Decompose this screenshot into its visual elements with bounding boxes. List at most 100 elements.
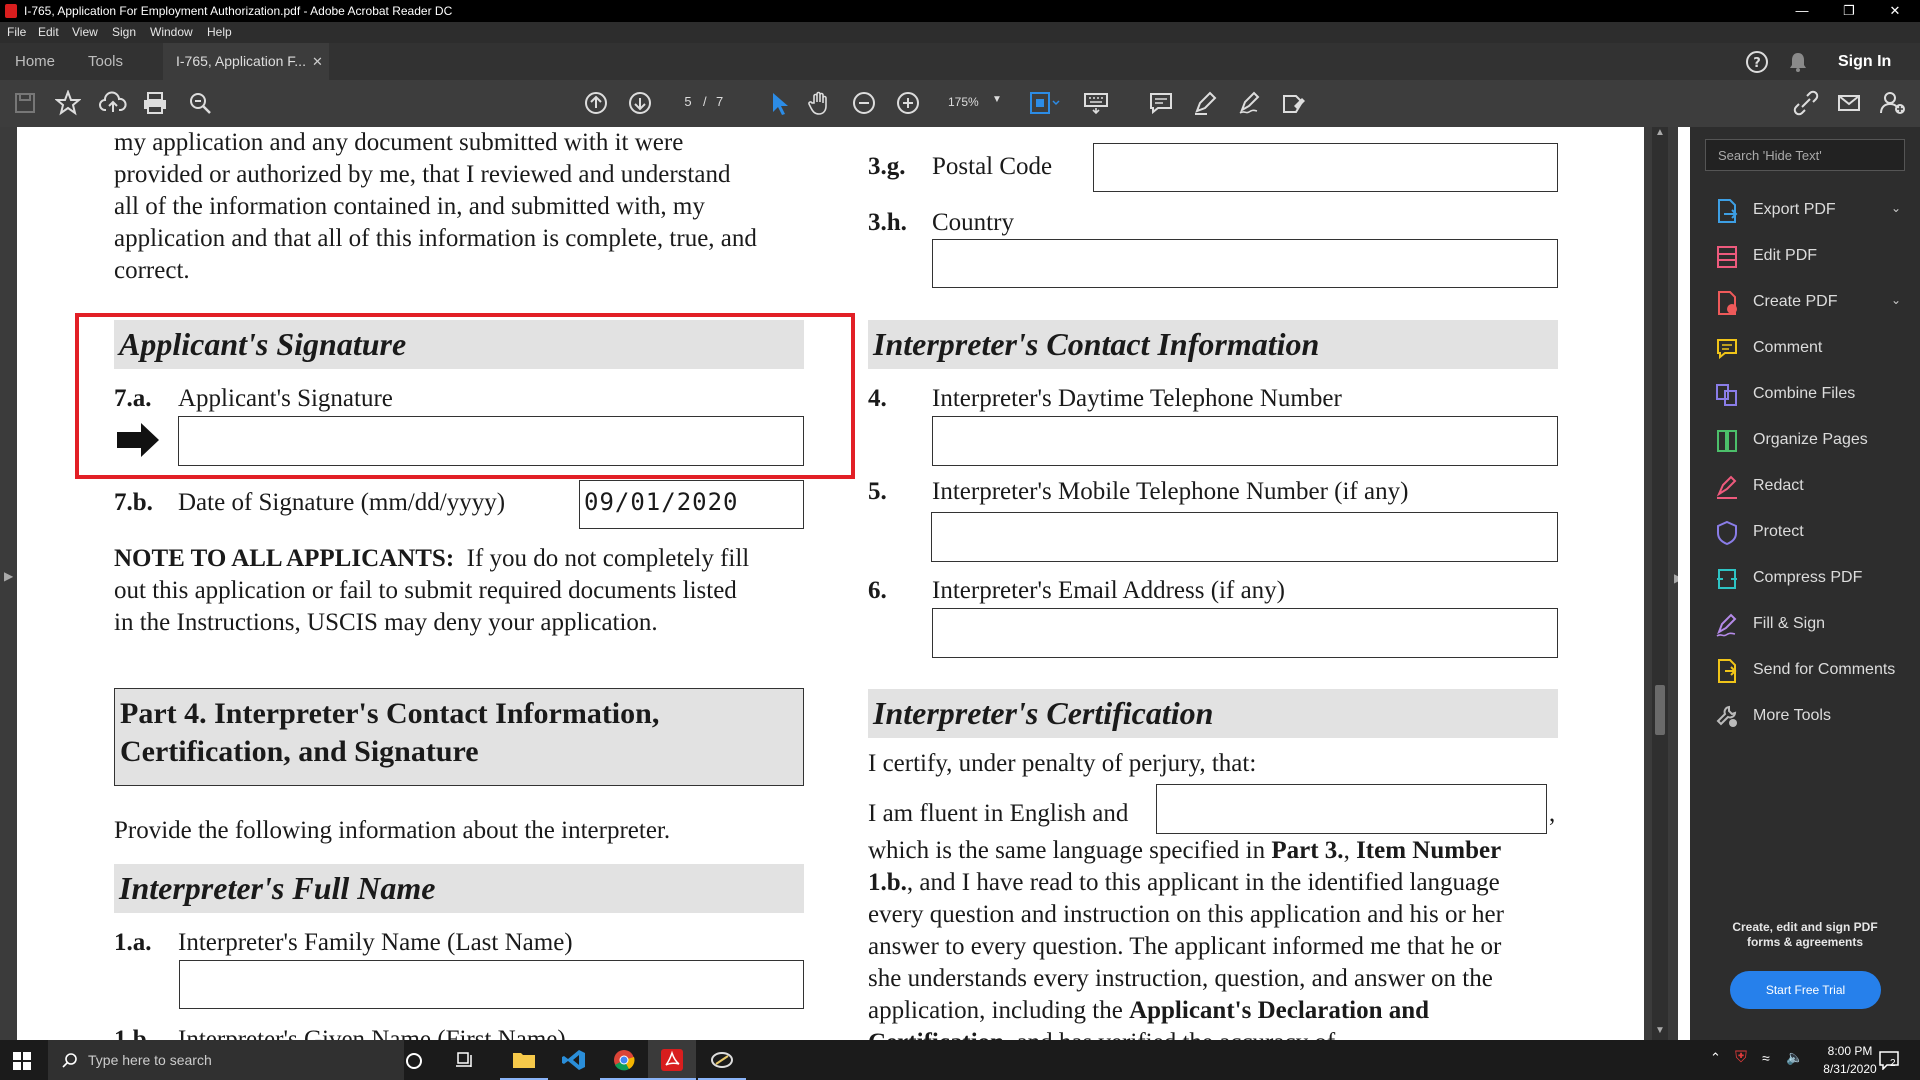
zoom-dropdown[interactable]: 175% ▼: [938, 90, 1006, 116]
menu-view[interactable]: View: [72, 22, 98, 43]
vscode-icon[interactable]: [550, 1040, 598, 1080]
start-free-trial-button[interactable]: Start Free Trial: [1730, 971, 1881, 1009]
note-line-2: out this application or fail to submit r…: [114, 577, 737, 604]
highlight-pen-icon[interactable]: [1192, 90, 1218, 116]
fill-sign-icon[interactable]: [1237, 90, 1263, 116]
task-view-icon[interactable]: [455, 1051, 475, 1069]
comment-icon[interactable]: [1148, 90, 1174, 116]
share-link-icon[interactable]: [1792, 90, 1820, 116]
language-field[interactable]: [1156, 784, 1547, 834]
edit-pdf-icon: [1717, 246, 1737, 268]
vertical-scrollbar[interactable]: ▲ ▼: [1652, 127, 1668, 1040]
tool-redact[interactable]: Redact: [1715, 471, 1915, 503]
tool-more-tools[interactable]: More Tools: [1715, 701, 1915, 733]
save-icon[interactable]: [12, 90, 38, 116]
tray-chevron-up-icon[interactable]: ⌃: [1710, 1050, 1721, 1066]
file-explorer-icon[interactable]: [500, 1040, 548, 1080]
security-tray-icon[interactable]: ⛨: [1735, 1049, 1747, 1067]
tab-tools[interactable]: Tools: [88, 43, 123, 80]
scroll-down-icon[interactable]: ▼: [1655, 1025, 1665, 1036]
vscode-logo-icon: [562, 1050, 585, 1070]
chevron-down-icon[interactable]: ⌄: [1891, 201, 1901, 215]
chevron-down-icon[interactable]: ⌄: [1891, 293, 1901, 307]
tool-edit-pdf[interactable]: Edit PDF: [1715, 241, 1915, 273]
part4-header-box: Part 4. Interpreter's Contact Informatio…: [114, 688, 804, 786]
tool-create-pdf[interactable]: Create PDF ⌄: [1715, 287, 1915, 319]
windows-start-icon[interactable]: [13, 1052, 31, 1070]
help-icon[interactable]: ?: [1745, 50, 1769, 74]
keyboard-icon[interactable]: [1082, 90, 1110, 116]
wifi-icon[interactable]: ≈: [1762, 1050, 1770, 1066]
menu-file[interactable]: File: [7, 22, 26, 43]
previous-page-icon[interactable]: [583, 90, 609, 116]
chrome-logo-icon: [614, 1050, 635, 1071]
menu-help[interactable]: Help: [207, 22, 232, 43]
mobile-phone-field[interactable]: [931, 512, 1558, 562]
tool-fill-sign[interactable]: Fill & Sign: [1715, 609, 1915, 641]
close-window-icon[interactable]: ✕: [1872, 0, 1918, 22]
zoom-in-icon[interactable]: [895, 90, 921, 116]
add-user-icon[interactable]: [1879, 90, 1907, 116]
minimize-icon[interactable]: —: [1779, 0, 1825, 22]
tools-search-input[interactable]: Search 'Hide Text': [1705, 139, 1905, 171]
daytime-phone-field[interactable]: [932, 416, 1558, 466]
right-panel-collapse-icon[interactable]: ▶: [1674, 571, 1678, 585]
postal-code-field[interactable]: [1093, 143, 1558, 192]
hand-tool-icon[interactable]: [807, 90, 833, 116]
tool-combine-files[interactable]: Combine Files: [1715, 379, 1915, 411]
menu-edit[interactable]: Edit: [38, 22, 59, 43]
scroll-mode-icon[interactable]: [1028, 90, 1060, 116]
tool-fill-sign-label: Fill & Sign: [1753, 615, 1826, 632]
tool-comment[interactable]: Comment: [1715, 333, 1915, 365]
next-page-icon[interactable]: [627, 90, 653, 116]
acrobat-logo-icon: [661, 1049, 683, 1071]
country-field[interactable]: [932, 239, 1558, 288]
close-tab-icon[interactable]: ✕: [312, 43, 323, 80]
item-3g-number: 3.g.: [868, 153, 906, 180]
tab-document-label: I-765, Application F...: [176, 53, 306, 69]
taskbar-search-box[interactable]: Type here to search: [48, 1040, 404, 1080]
upload-cloud-icon[interactable]: [99, 90, 127, 116]
tool-redact-label: Redact: [1753, 477, 1804, 494]
item-3h-number: 3.h.: [868, 209, 907, 236]
item-1b-number: 1.b.: [114, 1026, 153, 1040]
select-cursor-icon[interactable]: [765, 90, 791, 116]
tool-protect[interactable]: Protect: [1715, 517, 1915, 549]
chrome-icon[interactable]: [600, 1040, 648, 1080]
zoom-out-icon[interactable]: [851, 90, 877, 116]
action-center-icon[interactable]: 2: [1878, 1050, 1900, 1070]
compress-pdf-icon: [1717, 569, 1737, 589]
email-icon[interactable]: [1836, 90, 1862, 116]
create-pdf-icon: [1718, 291, 1737, 315]
menu-sign[interactable]: Sign: [112, 22, 136, 43]
tab-home[interactable]: Home: [15, 43, 55, 80]
item-7b-number: 7.b.: [114, 489, 153, 516]
scroll-up-icon[interactable]: ▲: [1655, 127, 1665, 138]
bookmark-star-icon[interactable]: [55, 90, 81, 116]
python-app-icon[interactable]: [698, 1040, 746, 1080]
zoom-search-icon[interactable]: [187, 90, 213, 116]
menu-window[interactable]: Window: [150, 22, 193, 43]
tab-document[interactable]: I-765, Application F... ✕: [163, 43, 329, 80]
tool-export-pdf[interactable]: Export PDF ⌄: [1715, 195, 1915, 227]
redact-edit-icon[interactable]: [1280, 90, 1308, 116]
left-panel-expand-icon[interactable]: ▶: [4, 569, 13, 583]
tool-send-for-comments[interactable]: Send for Comments: [1715, 655, 1915, 687]
scrollbar-thumb[interactable]: [1655, 685, 1665, 735]
print-icon[interactable]: [142, 90, 168, 116]
restore-icon[interactable]: ❐: [1826, 0, 1872, 22]
document-viewer[interactable]: my application and any document submitte…: [0, 127, 1678, 1040]
menu-bar: File Edit View Sign Window Help: [0, 22, 1920, 43]
email-address-field[interactable]: [932, 608, 1558, 658]
notification-bell-icon[interactable]: [1787, 51, 1809, 73]
acrobat-taskbar-icon[interactable]: [648, 1040, 696, 1080]
title-bar: I-765, Application For Employment Author…: [0, 0, 1920, 22]
tool-compress-pdf[interactable]: Compress PDF: [1715, 563, 1915, 595]
cortana-icon[interactable]: [405, 1052, 423, 1070]
family-name-field[interactable]: [179, 960, 804, 1009]
item-7b-label: Date of Signature (mm/dd/yyyy): [178, 489, 506, 516]
page-number-input[interactable]: 5: [678, 94, 698, 109]
sign-in-link[interactable]: Sign In: [1838, 43, 1891, 80]
tool-organize-pages[interactable]: Organize Pages: [1715, 425, 1915, 457]
date-of-signature-field[interactable]: 09/01/2020: [579, 480, 804, 529]
